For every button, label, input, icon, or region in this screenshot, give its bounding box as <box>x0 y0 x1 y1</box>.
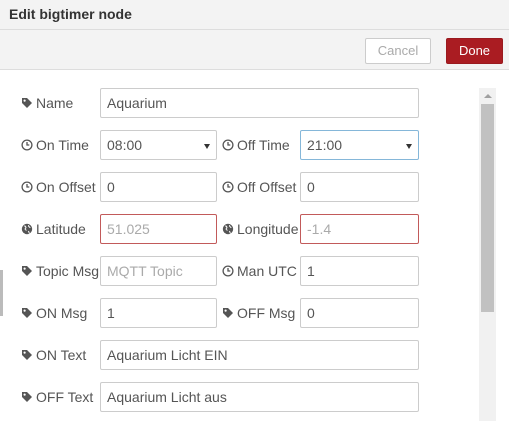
form-row-name: Name Aquarium <box>0 88 480 118</box>
tag-icon <box>21 349 33 361</box>
name-label: Name <box>21 95 73 113</box>
off-msg-label: OFF Msg <box>222 305 295 323</box>
off-text-input[interactable]: Aquarium Licht aus <box>100 382 419 412</box>
on-text-label: ON Text <box>21 347 86 365</box>
off-msg-input[interactable]: 0 <box>300 298 419 328</box>
cancel-button[interactable]: Cancel <box>365 38 431 64</box>
name-input[interactable]: Aquarium <box>100 88 419 118</box>
on-offset-label: On Offset <box>21 179 96 197</box>
on-text-input[interactable]: Aquarium Licht EIN <box>100 340 419 370</box>
longitude-input[interactable]: -1.4 <box>300 214 419 244</box>
tag-icon <box>21 307 33 319</box>
topic-msg-label: Topic Msg <box>21 263 99 281</box>
chevron-down-icon <box>204 144 210 149</box>
on-time-label: On Time <box>21 137 89 155</box>
on-msg-label: ON Msg <box>21 305 87 323</box>
off-time-label: Off Time <box>222 137 290 155</box>
off-time-value: 21:00 <box>307 137 343 153</box>
clock-icon <box>21 139 33 151</box>
dialog-title: Edit bigtimer node <box>9 6 132 22</box>
form-row-messages: ON Msg 1 OFF Msg 0 <box>0 298 480 328</box>
longitude-label: Longitude <box>222 221 299 239</box>
dialog-titlebar: Edit bigtimer node <box>0 0 509 30</box>
form-row-times: On Time 08:00 Off Time 21:00 <box>0 130 480 160</box>
tag-icon <box>21 391 33 403</box>
topic-msg-input[interactable]: MQTT Topic <box>100 256 217 286</box>
latitude-label: Latitude <box>21 221 86 239</box>
clock-icon <box>222 265 234 277</box>
on-time-value: 08:00 <box>107 137 143 153</box>
form-row-off-text: OFF Text Aquarium Licht aus <box>0 382 480 412</box>
off-time-select[interactable]: 21:00 <box>300 130 419 160</box>
tag-icon <box>21 97 33 109</box>
clock-icon <box>222 181 234 193</box>
scrollbar-thumb[interactable] <box>481 104 494 312</box>
form-row-offsets: On Offset 0 Off Offset 0 <box>0 172 480 202</box>
on-offset-input[interactable]: 0 <box>100 172 217 202</box>
done-button[interactable]: Done <box>446 38 503 64</box>
off-text-label: OFF Text <box>21 389 93 407</box>
form-row-topic-utc: Topic Msg MQTT Topic Man UTC 1 <box>0 256 480 286</box>
globe-icon <box>222 223 234 235</box>
scroll-up-arrow-icon[interactable] <box>479 91 496 101</box>
clock-icon <box>222 139 234 151</box>
latitude-input[interactable]: 51.025 <box>100 214 217 244</box>
man-utc-input[interactable]: 1 <box>300 256 419 286</box>
on-time-select[interactable]: 08:00 <box>100 130 217 160</box>
on-msg-input[interactable]: 1 <box>100 298 217 328</box>
tag-icon <box>21 265 33 277</box>
dialog-toolbar: Cancel Done <box>0 30 509 70</box>
tag-icon <box>222 307 234 319</box>
form-row-on-text: ON Text Aquarium Licht EIN <box>0 340 480 370</box>
chevron-down-icon <box>406 144 412 149</box>
off-offset-input[interactable]: 0 <box>300 172 419 202</box>
clock-icon <box>21 181 33 193</box>
form-row-coordinates: Latitude 51.025 Longitude -1.4 <box>0 214 480 244</box>
man-utc-label: Man UTC <box>222 263 297 281</box>
vertical-scrollbar[interactable] <box>479 88 496 421</box>
globe-icon <box>21 223 33 235</box>
off-offset-label: Off Offset <box>222 179 296 197</box>
